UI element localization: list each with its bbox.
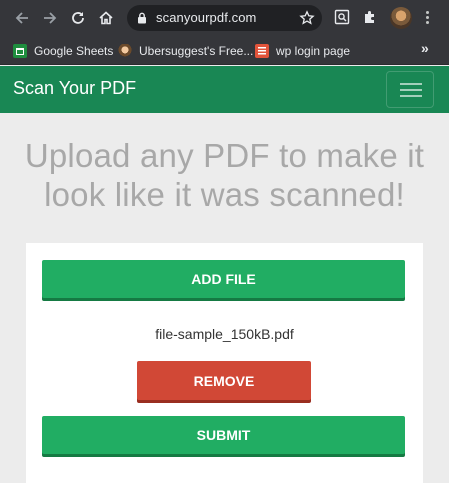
page-title: Upload any PDF to make it look like it w… (24, 137, 425, 213)
bookmark-label: wp login page (276, 44, 351, 58)
profile-avatar[interactable] (390, 7, 412, 29)
back-icon[interactable] (12, 8, 32, 28)
bookmark-label: Ubersuggest's Free... (139, 44, 254, 58)
address-bar[interactable]: scanyourpdf.com (127, 5, 322, 31)
google-sheets-icon (13, 44, 27, 58)
browser-toolbar: scanyourpdf.com (0, 0, 449, 36)
wp-login-icon (255, 44, 269, 58)
bookmark-google-sheets[interactable]: Google Sheets (13, 42, 113, 60)
site-brand[interactable]: Scan Your PDF (13, 78, 136, 99)
screenshot-extension-icon[interactable] (334, 9, 350, 25)
site-navbar: Scan Your PDF (0, 66, 449, 113)
bookmark-label: Google Sheets (34, 44, 114, 58)
bookmark-wp-login[interactable]: wp login page (255, 42, 350, 60)
bookmarks-overflow-icon[interactable]: » (421, 40, 429, 56)
selected-file-name: file-sample_150kB.pdf (155, 326, 294, 342)
extensions-puzzle-icon[interactable] (362, 9, 378, 25)
browser-menu-icon[interactable] (424, 10, 430, 26)
url-text: scanyourpdf.com (156, 10, 257, 25)
forward-icon[interactable] (40, 8, 60, 28)
upload-card: ADD FILE file-sample_150kB.pdf REMOVE SU… (26, 243, 423, 483)
lock-icon (138, 12, 146, 24)
add-file-button[interactable]: ADD FILE (42, 260, 405, 298)
remove-button[interactable]: REMOVE (137, 361, 311, 400)
bookmarks-bar: Google Sheets Ubersuggest's Free... wp l… (0, 36, 449, 65)
bookmark-ubersuggest[interactable]: Ubersuggest's Free... (118, 42, 253, 60)
reload-icon[interactable] (68, 8, 88, 28)
ubersuggest-icon (118, 44, 132, 58)
home-icon[interactable] (96, 8, 116, 28)
bookmark-star-icon[interactable] (299, 10, 315, 26)
submit-button[interactable]: SUBMIT (42, 416, 405, 454)
hamburger-menu-icon[interactable] (386, 71, 434, 108)
